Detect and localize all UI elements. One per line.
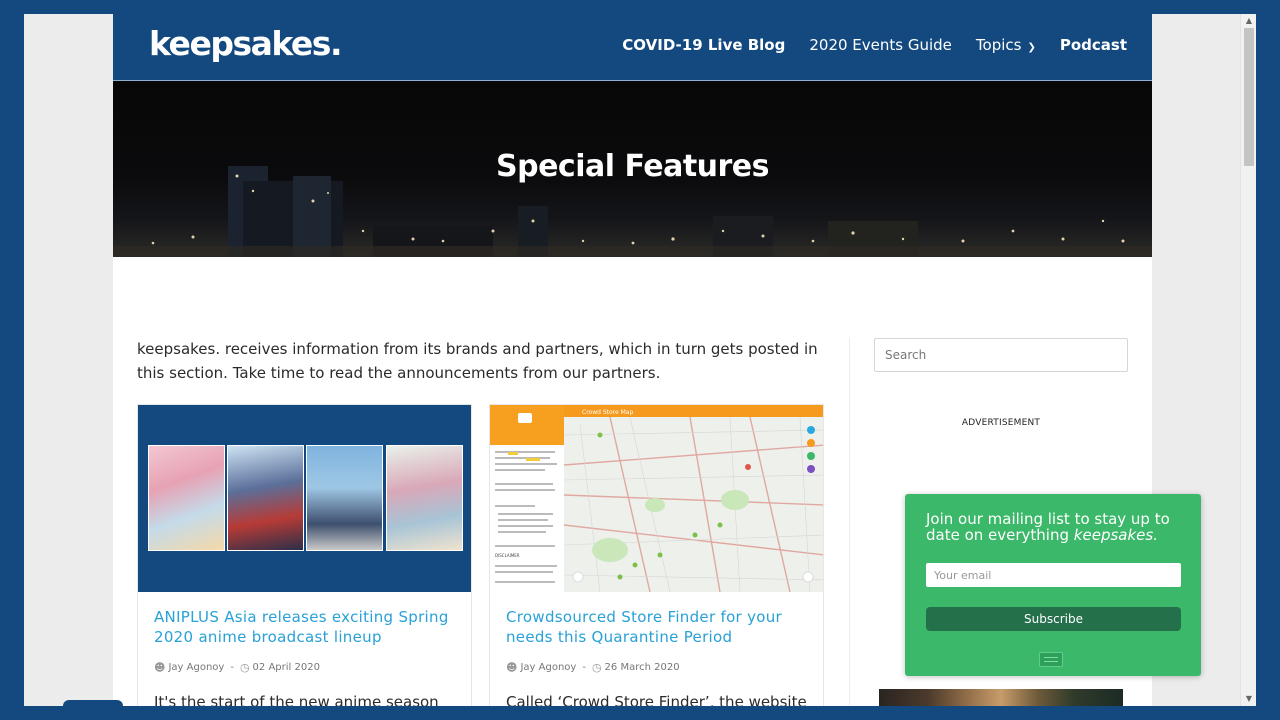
mailing-list-brand: keepsakes. [1073,526,1158,544]
post-thumbnail-map[interactable]: Crowd Store Map DISCLAIMER [490,405,823,592]
nav-events-guide[interactable]: 2020 Events Guide [809,36,952,54]
scrollbar-thumb[interactable] [1244,28,1254,166]
clock-icon: ◷ [239,661,250,674]
meta-separator: - [230,662,234,673]
post-date: 26 March 2020 [604,662,680,673]
anime-poster [306,445,383,551]
mailing-list-popup: Join our mailing list to stay up to date… [905,494,1201,676]
post-meta: ☻ Jay Agonoy - ◷ 02 April 2020 [154,661,320,674]
search-input[interactable] [874,338,1128,372]
nav-topics-label: Topics [975,36,1022,54]
post-thumbnail-anime[interactable] [138,405,471,592]
nav-podcast[interactable]: Podcast [1060,36,1127,54]
hero-banner: Special Features [113,81,1152,257]
map-screenshot: Crowd Store Map DISCLAIMER [490,405,823,592]
subscribe-button[interactable]: Subscribe [926,607,1181,631]
mailing-list-text: Join our mailing list to stay up to date… [926,511,1186,543]
post-card[interactable]: ANIPLUS Asia releases exciting Spring 20… [137,404,472,706]
sidebar-divider [849,337,850,706]
post-date: 02 April 2020 [252,662,320,673]
post-author[interactable]: Jay Agonoy [168,662,224,673]
post-author[interactable]: Jay Agonoy [520,662,576,673]
advertisement-image[interactable] [879,689,1123,706]
site-logo[interactable]: keepsakes. [149,24,342,63]
anime-poster [148,445,225,551]
anime-poster [386,445,463,551]
nav-covid-live-blog[interactable]: COVID-19 Live Blog [622,36,785,54]
map-sidebar-heading: DISCLAIMER [495,553,520,558]
page-title: Special Features [495,149,770,184]
post-title[interactable]: ANIPLUS Asia releases exciting Spring 20… [154,607,454,647]
anime-poster [227,445,304,551]
meta-separator: - [582,662,586,673]
page-scrollbar[interactable]: ▲ ▼ [1240,14,1256,706]
post-excerpt: Called ‘Crowd Store Finder’, the website [506,693,807,706]
map-app-title: Crowd Store Map [582,409,633,416]
user-icon: ☻ [506,661,518,674]
post-card[interactable]: Crowd Store Map DISCLAIMER Crowdsourced … [489,404,824,706]
main-nav: COVID-19 Live Blog 2020 Events Guide Top… [598,36,1127,54]
email-field[interactable] [926,563,1181,587]
scroll-up-icon[interactable]: ▲ [1241,14,1256,28]
post-title[interactable]: Crowdsourced Store Finder for your needs… [506,607,806,647]
scroll-down-icon[interactable]: ▼ [1241,692,1256,706]
advertisement-label: ADVERTISEMENT [961,418,1041,428]
user-icon: ☻ [154,661,166,674]
post-meta: ☻ Jay Agonoy - ◷ 26 March 2020 [506,661,680,674]
clock-icon: ◷ [591,661,602,674]
collapse-popup-icon[interactable] [1039,652,1063,667]
nav-topics[interactable]: Topics ❯ [976,36,1036,54]
section-intro: keepsakes. receives information from its… [137,340,818,382]
post-excerpt: It's the start of the new anime season [154,693,439,706]
chevron-down-icon: ❯ [1027,42,1036,53]
chat-widget-tab[interactable] [63,700,123,710]
site-header: keepsakes. COVID-19 Live Blog 2020 Event… [113,14,1152,81]
